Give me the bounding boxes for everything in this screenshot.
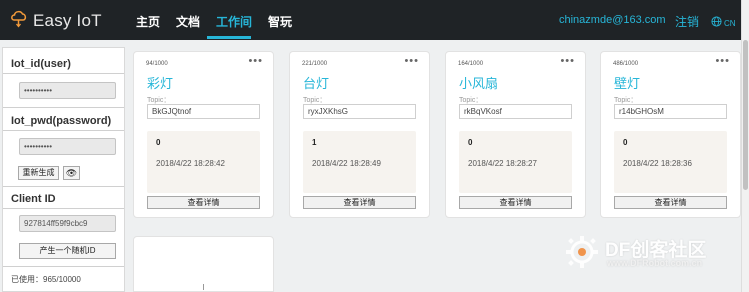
language-label: CN (724, 18, 736, 28)
view-details-button[interactable]: 查看详情 (303, 196, 416, 209)
topic-field[interactable]: BkGJQtnof (147, 104, 260, 119)
latest-value: 0 (468, 138, 473, 147)
message-count: 94/1000 (146, 61, 168, 67)
globe-icon (711, 14, 722, 32)
view-details-button[interactable]: 查看详情 (147, 196, 260, 209)
divider (3, 208, 124, 209)
watermark-url: www.DFRobot.com.cn (607, 258, 703, 268)
client-id-field[interactable]: 927814ff59f9cbc9 (19, 215, 116, 232)
page-scrollbar[interactable] (741, 0, 749, 292)
message-count: 486/1000 (613, 61, 639, 67)
latest-data-box: 0 2018/4/22 18:28:42 (147, 131, 260, 193)
topic-field[interactable]: ryxJXKhsG (303, 104, 416, 119)
latest-timestamp: 2018/4/22 18:28:27 (468, 159, 537, 168)
divider (3, 73, 124, 74)
device-card: 94/1000 ••• 彩灯 Topic： BkGJQtnof 0 2018/4… (133, 51, 274, 218)
latest-data-box: 0 2018/4/22 18:28:36 (614, 131, 727, 193)
latest-timestamp: 2018/4/22 18:28:36 (623, 159, 692, 168)
device-card: 164/1000 ••• 小风扇 Topic： rkBqVKosf 0 2018… (445, 51, 586, 218)
topic-field[interactable]: rkBqVKosf (459, 104, 572, 119)
device-name: 台灯 (303, 76, 330, 91)
client-id-label: Client ID (11, 193, 56, 205)
more-dots-icon[interactable]: ••• (404, 55, 419, 67)
nav-item-docs[interactable]: 文档 (176, 13, 200, 30)
dfrobot-logo (566, 236, 598, 268)
message-count: 164/1000 (458, 61, 484, 67)
divider (3, 186, 124, 187)
more-dots-icon[interactable]: ••• (715, 55, 730, 67)
device-name: 彩灯 (147, 76, 174, 91)
cloud-pin-icon (10, 9, 27, 33)
regenerate-button[interactable]: 重新生成 (18, 166, 59, 180)
more-dots-icon[interactable]: ••• (248, 55, 263, 67)
latest-value: 0 (623, 138, 628, 147)
divider (3, 107, 124, 108)
nav-item-home[interactable]: 主页 (136, 13, 160, 30)
device-card: 221/1000 ••• 台灯 Topic： ryxJXKhsG 1 2018/… (289, 51, 430, 218)
brand[interactable]: Easy IoT (10, 9, 102, 33)
divider (3, 130, 124, 131)
iot-id-field[interactable]: •••••••••• (19, 82, 116, 99)
latest-value: 0 (156, 138, 161, 147)
latest-data-box: 1 2018/4/22 18:28:49 (303, 131, 416, 193)
usage-counter: 已使用：965/10000 (11, 275, 81, 284)
top-navigation-bar: Easy IoT 主页 文档 工作间 智玩 chinazmde@163.com … (0, 0, 741, 40)
nav-item-workspace[interactable]: 工作间 (216, 13, 252, 30)
message-count: 221/1000 (302, 61, 328, 67)
latest-timestamp: 2018/4/22 18:28:42 (156, 159, 225, 168)
nav-item-smart-play[interactable]: 智玩 (268, 13, 292, 30)
generate-random-id-button[interactable]: 产生一个随机ID (19, 243, 116, 259)
view-details-button[interactable]: 查看详情 (614, 196, 727, 209)
user-email[interactable]: chinazmde@163.com (559, 14, 666, 26)
more-dots-icon[interactable]: ••• (560, 55, 575, 67)
add-device-card[interactable] (133, 236, 274, 292)
view-details-button[interactable]: 查看详情 (459, 196, 572, 209)
credentials-panel: Iot_id(user) •••••••••• Iot_pwd(password… (2, 47, 125, 292)
divider (3, 266, 124, 267)
topic-field[interactable]: r14bGHOsM (614, 104, 727, 119)
device-name: 小风扇 (459, 76, 499, 91)
iot-id-label: Iot_id(user) (11, 58, 71, 70)
logout-link[interactable]: 注销 (675, 13, 699, 30)
iot-pwd-field[interactable]: •••••••••• (19, 138, 116, 155)
app-name: Easy IoT (33, 11, 102, 30)
scrollbar-thumb[interactable] (743, 40, 748, 190)
latest-data-box: 0 2018/4/22 18:28:27 (459, 131, 572, 193)
language-switch[interactable]: CN (711, 14, 736, 32)
device-card: 486/1000 ••• 壁灯 Topic： r14bGHOsM 0 2018/… (600, 51, 741, 218)
add-icon (203, 284, 204, 290)
eye-icon[interactable]: 👁 (63, 166, 80, 180)
active-tab-indicator (207, 36, 251, 39)
latest-timestamp: 2018/4/22 18:28:49 (312, 159, 381, 168)
iot-pwd-label: Iot_pwd(password) (11, 115, 112, 127)
latest-value: 1 (312, 138, 317, 147)
device-name: 壁灯 (614, 76, 641, 91)
